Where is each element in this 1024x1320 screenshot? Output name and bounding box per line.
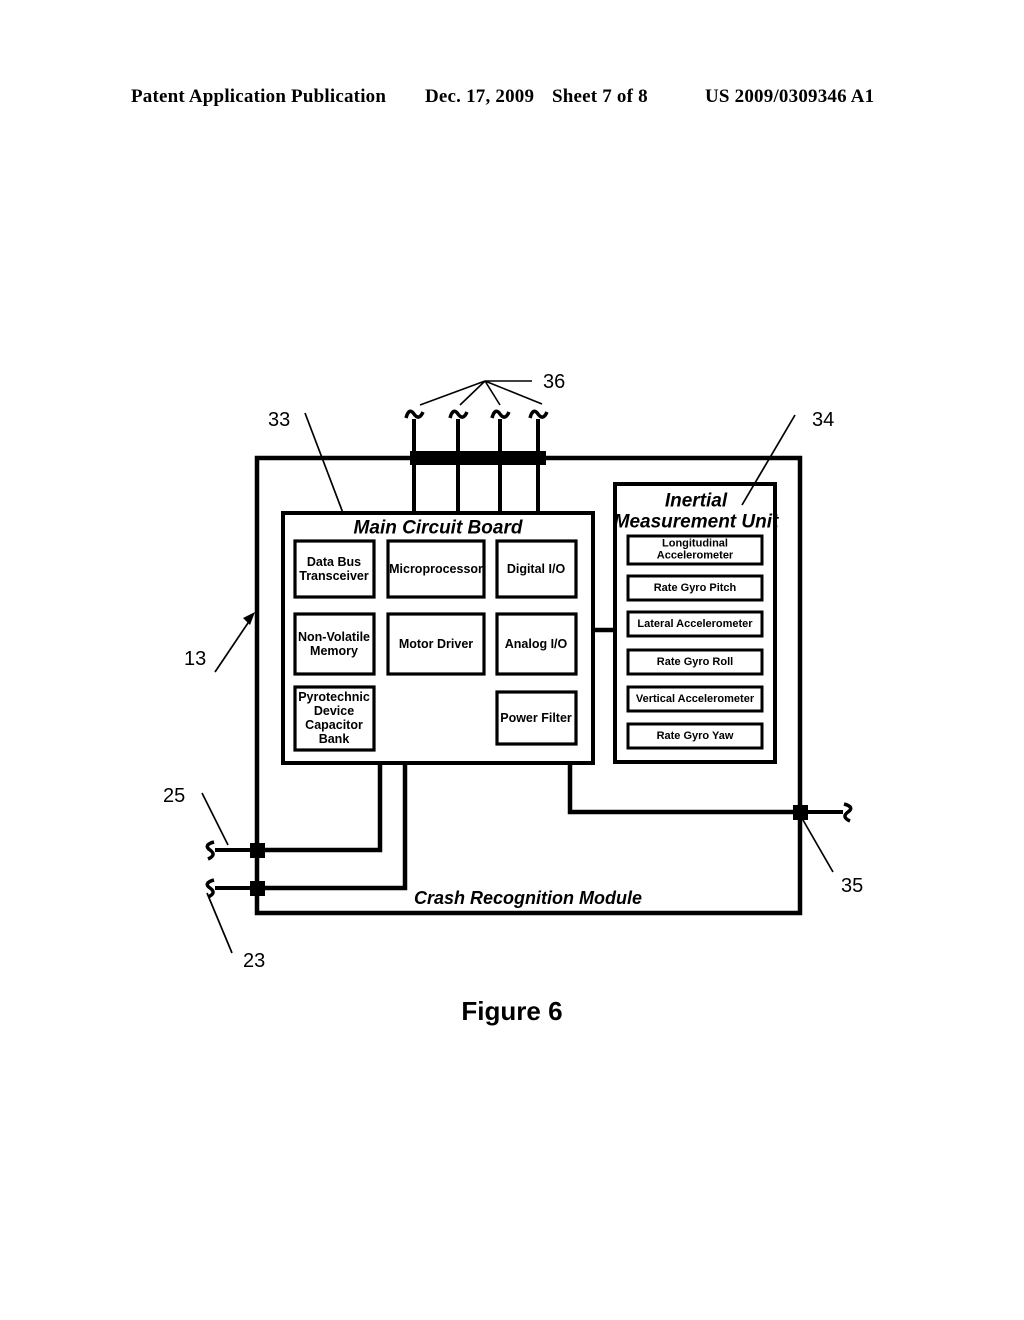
- reference-leader-lines: [201, 412, 834, 954]
- harness-leader-lines: [419, 380, 543, 406]
- leader-23: [206, 892, 233, 954]
- label-rate-gyro-roll: Rate Gyro Roll: [656, 655, 734, 668]
- harness-wire-2-break: [448, 409, 469, 419]
- leader-35: [802, 819, 834, 873]
- ref-numeral-23: 23: [243, 950, 266, 972]
- label-digital-io: Digital I/O: [506, 562, 566, 576]
- label-rate-gyro-yaw: Rate Gyro Yaw: [656, 729, 734, 742]
- label-motor-driver: Motor Driver: [398, 637, 474, 651]
- main-circuit-board-title: Main Circuit Board: [353, 517, 523, 539]
- label-lateral-accelerometer: Lateral Accelerometer: [637, 617, 753, 630]
- harness-wire-3-break: [490, 409, 511, 419]
- figure-caption: Figure 6: [461, 996, 563, 1026]
- ref-numeral-35: 35: [841, 875, 864, 897]
- imu-sensor-blocks: [626, 534, 764, 750]
- label-microprocessor: Microprocessor: [389, 562, 483, 576]
- power-filter-to-terminal-35: [567, 763, 800, 815]
- ref-numeral-34: 34: [812, 409, 835, 431]
- leader-13: [214, 616, 253, 673]
- leader-33: [304, 412, 344, 514]
- label-power-filter: Power Filter: [500, 711, 572, 725]
- figure-6-diagram: 33 34 36 13 25 23 35 Main Circuit Board …: [0, 0, 1024, 1320]
- board-to-terminal-23: [257, 763, 408, 891]
- label-analog-io: Analog I/O: [504, 637, 568, 651]
- ref-numeral-36: 36: [543, 371, 566, 393]
- label-rate-gyro-pitch: Rate Gyro Pitch: [653, 581, 737, 594]
- label-data-bus-transceiver: Data Bus Transceiver: [299, 555, 369, 583]
- ref-numeral-33: 33: [268, 409, 291, 431]
- label-non-volatile-memory: Non-Volatile Memory: [298, 630, 370, 658]
- terminal-35: [793, 805, 808, 820]
- label-longitudinal-accelerometer: Longitudinal Accelerometer: [656, 537, 734, 562]
- harness-wire-1-break: [404, 409, 425, 419]
- leader-13-arrowhead: [243, 612, 255, 625]
- label-pyrotechnic-capacitor-bank: Pyrotechnic Device Capacitor Bank: [298, 690, 370, 746]
- crash-recognition-module-title: Crash Recognition Module: [413, 887, 643, 908]
- leader-25: [201, 792, 229, 846]
- label-vertical-accelerometer: Vertical Accelerometer: [635, 692, 755, 705]
- diagram-canvas: [201, 380, 853, 954]
- imu-title-line2: Measurement Unit: [613, 511, 779, 533]
- ref-numeral-25: 25: [163, 785, 186, 807]
- imu-title-line1: Inertial: [664, 490, 728, 512]
- pyro-bank-to-terminal-25: [257, 763, 383, 853]
- wire-stub-35-break: [843, 802, 853, 823]
- terminal-23: [250, 881, 265, 896]
- ref-numeral-13: 13: [184, 648, 207, 670]
- wire-stub-25-break: [205, 840, 215, 861]
- harness-wire-4-break: [528, 409, 549, 419]
- terminal-25: [250, 843, 265, 858]
